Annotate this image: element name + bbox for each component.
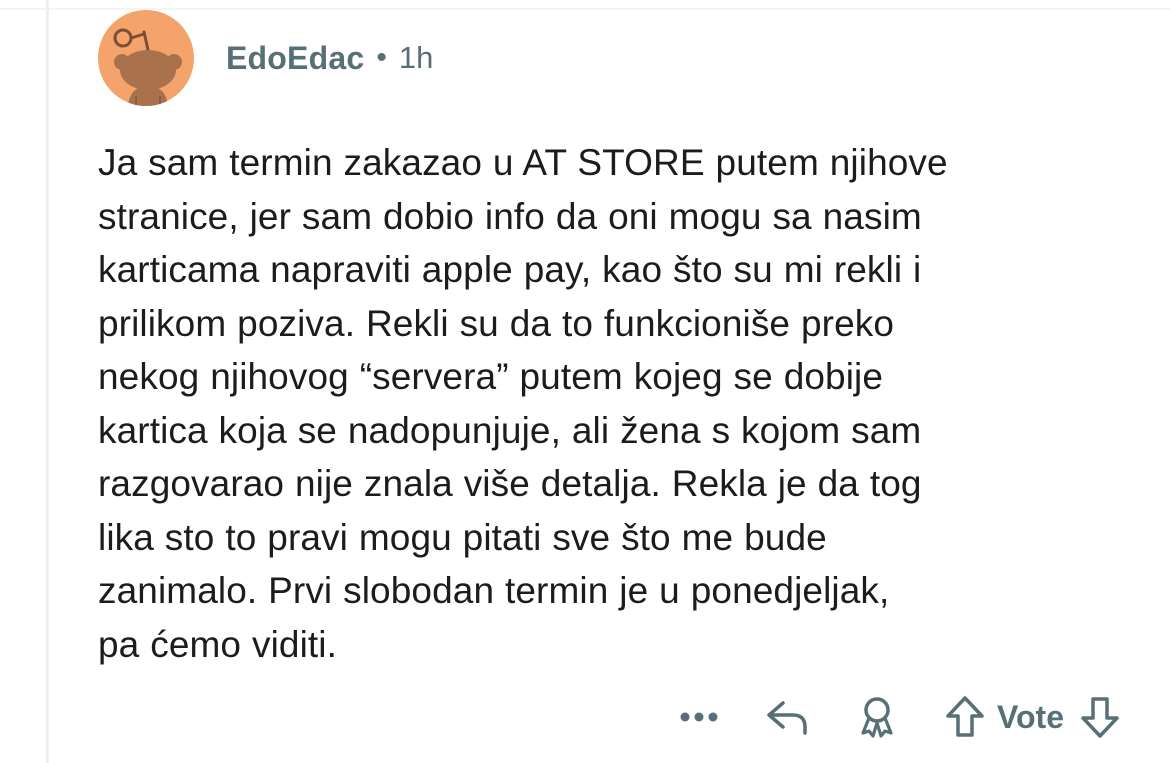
timestamp: 1h	[398, 40, 434, 75]
vote-label: Vote	[997, 698, 1064, 735]
comment-body-line: prilikom poziva. Rekli su da to funkcion…	[98, 302, 895, 344]
award-button[interactable]	[853, 688, 901, 746]
reply-arrow-icon	[767, 701, 807, 735]
more-options-button[interactable]	[677, 688, 721, 746]
upvote-arrow-icon	[946, 696, 984, 737]
username[interactable]: EdoEdac	[226, 40, 364, 77]
avatar[interactable]	[98, 10, 194, 106]
comment-body-line: Ja sam termin zakazao u AT STORE putem n…	[98, 142, 948, 183]
comment-body-line: nekog njihovog “servera” putem kojeg se …	[98, 356, 884, 397]
comment-body-line: pa ćemo viditi.	[98, 623, 337, 665]
more-dots-icon	[680, 712, 718, 722]
comment-header: EdoEdac • 1h	[98, 10, 1158, 106]
comment-body-line: zanimalo. Prvi slobodan termin je u pone…	[98, 570, 890, 611]
comment-body-line: karticama napraviti apple pay, kao što s…	[98, 249, 922, 290]
comment: EdoEdac • 1h Ja sam termin zakazao u AT …	[98, 10, 1158, 671]
meta-separator: •	[376, 41, 387, 74]
downvote-button[interactable]	[1078, 688, 1122, 746]
comment-body-line: stranice, jer sam dobio info da oni mogu…	[98, 195, 922, 237]
comment-body-line: kartica koja se nadopunjuje, ali žena s …	[98, 409, 922, 451]
reply-button[interactable]	[763, 688, 811, 746]
comment-body-line: lika sto to pravi mogu pitati sve što me…	[98, 516, 827, 558]
thread-line[interactable]	[46, 0, 49, 763]
comment-actions: Vote	[677, 688, 1122, 746]
award-icon	[861, 697, 893, 738]
comment-body-line: razgovarao nije znala više detalja. Rekl…	[98, 463, 922, 504]
upvote-button[interactable]	[943, 688, 987, 746]
snoo-avatar-icon	[113, 28, 182, 106]
downvote-arrow-icon	[1081, 697, 1119, 738]
comment-body: Ja sam termin zakazao u AT STORE putem n…	[98, 136, 1158, 671]
